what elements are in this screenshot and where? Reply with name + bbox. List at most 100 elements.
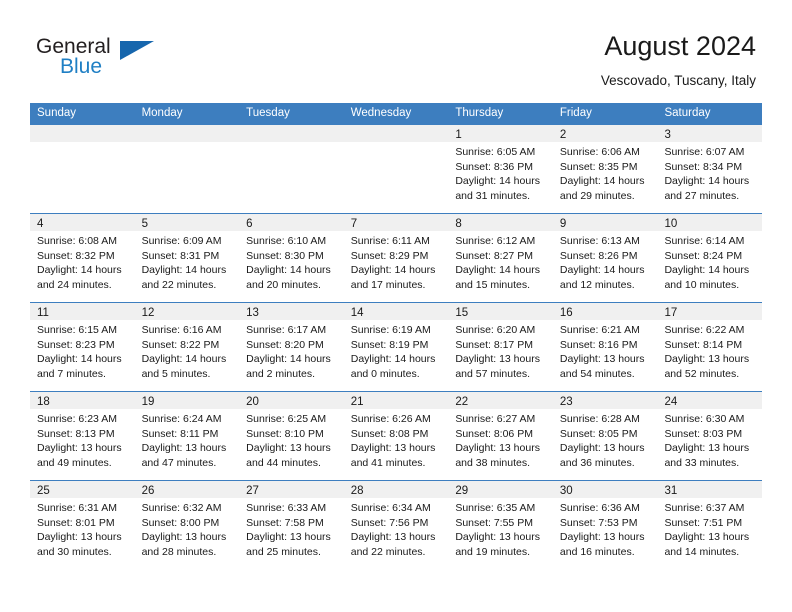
day-cell[interactable]: 16 Sunrise: 6:21 AM Sunset: 8:16 PM Dayl…	[552, 303, 658, 391]
day-cell[interactable]: 26 Sunrise: 6:32 AM Sunset: 8:00 PM Dayl…	[134, 481, 240, 569]
day-number: 21	[350, 396, 364, 408]
day-number: 24	[664, 396, 678, 408]
day-number-band: 18	[30, 392, 135, 409]
weekday-header-row: Sunday Monday Tuesday Wednesday Thursday…	[30, 103, 762, 124]
day-number-band: 9	[552, 214, 658, 231]
day-number-band: 28	[343, 481, 449, 498]
day-cell[interactable]: 21 Sunrise: 6:26 AM Sunset: 8:08 PM Dayl…	[343, 392, 449, 480]
sunrise-text: Sunrise: 6:11 AM	[350, 235, 430, 247]
sunset-text: Sunset: 7:51 PM	[664, 516, 743, 529]
day-cell[interactable]: 10 Sunrise: 6:14 AM Sunset: 8:24 PM Dayl…	[657, 214, 763, 302]
daylight-text-line2: and 7 minutes.	[37, 367, 106, 380]
day-cell[interactable]	[239, 125, 344, 213]
sunrise-text: Sunrise: 6:35 AM	[455, 502, 536, 514]
day-cell[interactable]: 17 Sunrise: 6:22 AM Sunset: 8:14 PM Dayl…	[657, 303, 763, 391]
day-number: 13	[246, 307, 259, 319]
general-blue-logo[interactable]: General Blue	[36, 36, 166, 84]
day-details: Sunrise: 6:10 AM Sunset: 8:30 PM Dayligh…	[239, 231, 344, 292]
day-number-band: 8	[448, 214, 553, 231]
day-cell[interactable]: 23 Sunrise: 6:28 AM Sunset: 8:05 PM Dayl…	[552, 392, 658, 480]
day-number: 8	[455, 218, 462, 230]
day-cell[interactable]: 5 Sunrise: 6:09 AM Sunset: 8:31 PM Dayli…	[134, 214, 240, 302]
day-cell[interactable]: 19 Sunrise: 6:24 AM Sunset: 8:11 PM Dayl…	[134, 392, 240, 480]
day-number-band: 13	[239, 303, 344, 320]
sunset-text: Sunset: 8:08 PM	[350, 427, 429, 440]
day-cell[interactable]: 11 Sunrise: 6:15 AM Sunset: 8:23 PM Dayl…	[30, 303, 135, 391]
day-number: 2	[559, 129, 567, 141]
day-cell[interactable]: 8 Sunrise: 6:12 AM Sunset: 8:27 PM Dayli…	[448, 214, 553, 302]
day-cell[interactable]	[134, 125, 240, 213]
day-details: Sunrise: 6:12 AM Sunset: 8:27 PM Dayligh…	[448, 231, 553, 292]
day-cell[interactable]	[343, 125, 449, 213]
day-cell[interactable]: 22 Sunrise: 6:27 AM Sunset: 8:06 PM Dayl…	[448, 392, 553, 480]
day-number-band: 14	[343, 303, 449, 320]
sunrise-text: Sunrise: 6:10 AM	[246, 235, 327, 247]
daylight-text-line2: and 31 minutes.	[455, 189, 531, 202]
sunrise-text: Sunrise: 6:09 AM	[141, 235, 222, 247]
sunset-text: Sunset: 8:10 PM	[246, 427, 324, 440]
sunrise-text: Sunrise: 6:36 AM	[559, 502, 640, 514]
weekday-header-tuesday: Tuesday	[246, 107, 290, 119]
day-number-band: 26	[134, 481, 240, 498]
daylight-text-line2: and 2 minutes.	[246, 367, 316, 380]
daylight-text-line2: and 57 minutes.	[455, 367, 531, 380]
day-details: Sunrise: 6:34 AM Sunset: 7:56 PM Dayligh…	[344, 498, 449, 559]
day-cell[interactable]: 30 Sunrise: 6:36 AM Sunset: 7:53 PM Dayl…	[552, 481, 658, 569]
sunrise-text: Sunrise: 6:15 AM	[37, 324, 117, 336]
day-number: 25	[37, 485, 50, 497]
day-cell[interactable]: 20 Sunrise: 6:25 AM Sunset: 8:10 PM Dayl…	[239, 392, 344, 480]
daylight-text-line1: Daylight: 14 hours	[559, 175, 645, 187]
sunset-text: Sunset: 8:34 PM	[664, 160, 743, 173]
day-cell[interactable]: 4 Sunrise: 6:08 AM Sunset: 8:32 PM Dayli…	[30, 214, 135, 302]
day-details: Sunrise: 6:24 AM Sunset: 8:11 PM Dayligh…	[135, 409, 240, 470]
day-cell[interactable]: 28 Sunrise: 6:34 AM Sunset: 7:56 PM Dayl…	[343, 481, 449, 569]
day-cell[interactable]: 25 Sunrise: 6:31 AM Sunset: 8:01 PM Dayl…	[30, 481, 135, 569]
day-cell[interactable]: 9 Sunrise: 6:13 AM Sunset: 8:26 PM Dayli…	[552, 214, 658, 302]
sunrise-text: Sunrise: 6:34 AM	[350, 502, 431, 514]
day-number-band: 20	[239, 392, 344, 409]
day-cell[interactable]: 7 Sunrise: 6:11 AM Sunset: 8:29 PM Dayli…	[343, 214, 449, 302]
day-number: 9	[559, 218, 567, 230]
day-details: Sunrise: 6:21 AM Sunset: 8:16 PM Dayligh…	[553, 320, 658, 381]
day-details: Sunrise: 6:22 AM Sunset: 8:14 PM Dayligh…	[657, 320, 762, 381]
day-cell[interactable]: 13 Sunrise: 6:17 AM Sunset: 8:20 PM Dayl…	[239, 303, 344, 391]
day-cell[interactable]: 2 Sunrise: 6:06 AM Sunset: 8:35 PM Dayli…	[552, 125, 658, 213]
day-cell[interactable]: 18 Sunrise: 6:23 AM Sunset: 8:13 PM Dayl…	[30, 392, 135, 480]
day-cell[interactable]: 15 Sunrise: 6:20 AM Sunset: 8:17 PM Dayl…	[448, 303, 553, 391]
day-cell[interactable]: 14 Sunrise: 6:19 AM Sunset: 8:19 PM Dayl…	[343, 303, 449, 391]
day-cell[interactable]: 29 Sunrise: 6:35 AM Sunset: 7:55 PM Dayl…	[448, 481, 553, 569]
day-cell[interactable]: 6 Sunrise: 6:10 AM Sunset: 8:30 PM Dayli…	[239, 214, 344, 302]
daylight-text-line2: and 30 minutes.	[37, 545, 112, 558]
daylight-text-line1: Daylight: 13 hours	[559, 531, 645, 543]
day-cell[interactable]: 3 Sunrise: 6:07 AM Sunset: 8:34 PM Dayli…	[657, 125, 763, 213]
daylight-text-line1: Daylight: 14 hours	[455, 264, 540, 276]
daylight-text-line2: and 36 minutes.	[559, 456, 635, 469]
day-number-band: 3	[657, 125, 763, 142]
day-cell[interactable]	[30, 125, 135, 213]
daylight-text-line2: and 29 minutes.	[559, 189, 635, 202]
sunset-text: Sunset: 8:22 PM	[141, 338, 220, 351]
day-details: Sunrise: 6:36 AM Sunset: 7:53 PM Dayligh…	[553, 498, 658, 559]
day-cell[interactable]: 31 Sunrise: 6:37 AM Sunset: 7:51 PM Dayl…	[657, 481, 763, 569]
daylight-text-line2: and 22 minutes.	[350, 545, 426, 558]
weekday-header-saturday: Saturday	[664, 107, 711, 119]
sunrise-text: Sunrise: 6:20 AM	[455, 324, 536, 336]
sunset-text: Sunset: 8:06 PM	[455, 427, 533, 440]
day-cell[interactable]: 1 Sunrise: 6:05 AM Sunset: 8:36 PM Dayli…	[448, 125, 553, 213]
daylight-text-line2: and 10 minutes.	[664, 278, 740, 291]
week-row: 11 Sunrise: 6:15 AM Sunset: 8:23 PM Dayl…	[30, 302, 763, 391]
day-cell[interactable]: 12 Sunrise: 6:16 AM Sunset: 8:22 PM Dayl…	[134, 303, 240, 391]
day-number-band	[343, 125, 449, 142]
daylight-text-line1: Daylight: 13 hours	[559, 442, 645, 454]
day-number: 16	[559, 307, 573, 319]
daylight-text-line2: and 16 minutes.	[559, 545, 635, 558]
daylight-text-line2: and 47 minutes.	[141, 456, 217, 469]
daylight-text-line2: and 17 minutes.	[350, 278, 426, 291]
day-number: 29	[455, 485, 469, 497]
sunrise-text: Sunrise: 6:07 AM	[664, 146, 745, 158]
day-details: Sunrise: 6:16 AM Sunset: 8:22 PM Dayligh…	[135, 320, 240, 381]
day-cell[interactable]: 24 Sunrise: 6:30 AM Sunset: 8:03 PM Dayl…	[657, 392, 763, 480]
daylight-text-line1: Daylight: 14 hours	[559, 264, 645, 276]
daylight-text-line1: Daylight: 14 hours	[455, 175, 540, 187]
day-cell[interactable]: 27 Sunrise: 6:33 AM Sunset: 7:58 PM Dayl…	[239, 481, 344, 569]
